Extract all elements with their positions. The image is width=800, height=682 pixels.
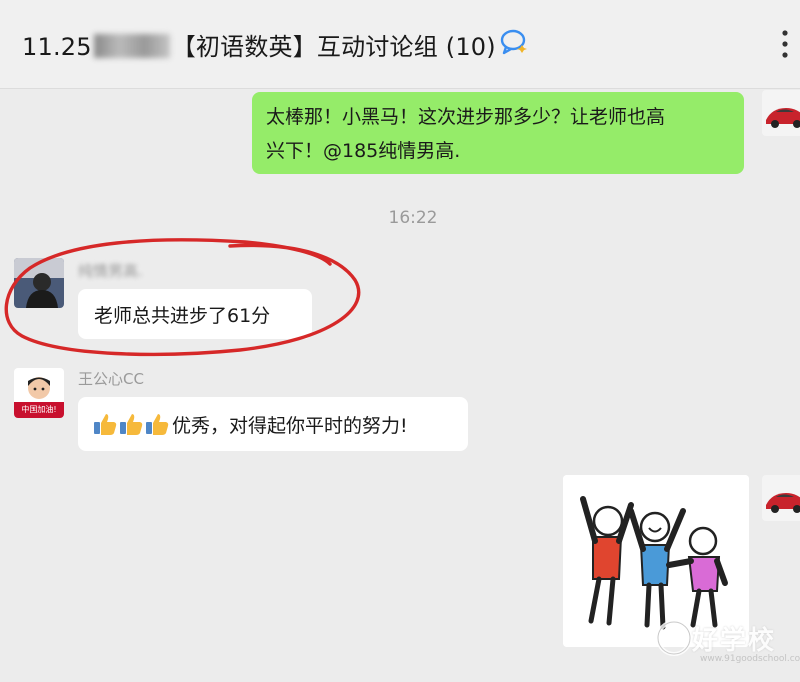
member-count: (10) bbox=[445, 33, 496, 61]
message-timestamp: 16:22 bbox=[388, 208, 438, 228]
self-avatar[interactable] bbox=[762, 90, 800, 136]
person-avatar-icon bbox=[14, 258, 64, 308]
sender-name: 纯情男高. bbox=[78, 262, 143, 280]
car-avatar-icon bbox=[762, 90, 800, 136]
avatar-badge-text: 中国加油! bbox=[21, 405, 57, 414]
incoming-message-bubble-2[interactable]: 优秀，对得起你平时的努力! bbox=[78, 397, 468, 451]
sender-avatar-2[interactable]: 中国加油! bbox=[14, 368, 64, 418]
thumbs-up-icon bbox=[146, 414, 169, 435]
group-chat-icon[interactable] bbox=[500, 28, 530, 56]
sender-name-2: 王公心CC bbox=[78, 370, 144, 388]
sender-avatar[interactable] bbox=[14, 258, 64, 308]
incoming-message-text-2: 优秀，对得起你平时的努力! bbox=[172, 414, 408, 437]
title-prefix: 11.25 bbox=[22, 33, 92, 61]
watermark-text: 好学校 bbox=[692, 626, 777, 656]
thumbs-up-emoji-group bbox=[92, 411, 170, 437]
incoming-message-text: 老师总共进步了61分 bbox=[94, 304, 271, 327]
more-options-icon[interactable] bbox=[778, 26, 792, 62]
incoming-message-bubble[interactable]: 老师总共进步了61分 bbox=[78, 289, 312, 339]
thumbs-up-icon bbox=[94, 414, 117, 435]
outgoing-message-bubble[interactable]: 太棒那！小黑马！这次进步那多少？让老师也高 兴下！@185纯情男高. bbox=[252, 92, 744, 174]
car-avatar-icon bbox=[762, 475, 800, 521]
group-name: 【初语数英】互动讨论组 bbox=[171, 33, 438, 61]
outgoing-message-line2: 兴下！@185纯情男高. bbox=[266, 140, 461, 162]
redacted-name bbox=[93, 34, 170, 58]
outgoing-message-line1: 太棒那！小黑马！这次进步那多少？让老师也高 bbox=[266, 106, 666, 128]
self-avatar-2[interactable] bbox=[762, 475, 800, 521]
thumbs-up-icon bbox=[120, 414, 143, 435]
chat-title: 11.25 【初语数英】互动讨论组 (10) bbox=[22, 27, 496, 62]
chat-header: 11.25 【初语数英】互动讨论组 (10) bbox=[0, 0, 800, 89]
watermark-url: www.91goodschool.com bbox=[700, 654, 800, 664]
